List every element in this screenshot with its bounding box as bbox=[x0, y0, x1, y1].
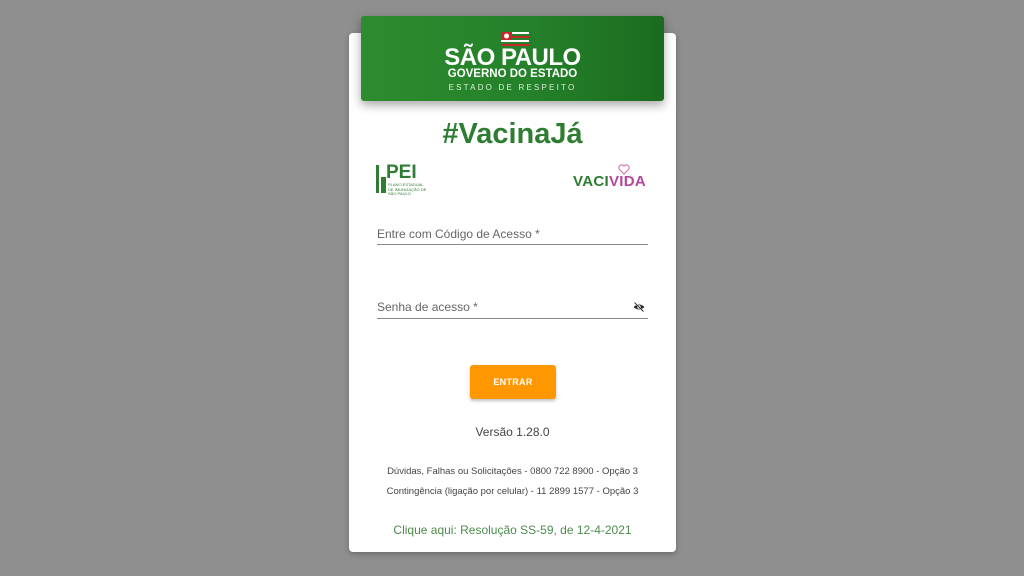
eye-off-icon[interactable] bbox=[633, 302, 645, 312]
vacivida-logo-vaci: VACI bbox=[573, 173, 609, 190]
pei-logo-bar bbox=[376, 165, 379, 193]
page-title: #VacinaJá bbox=[442, 118, 583, 150]
password-input[interactable]: Senha de acesso * bbox=[377, 300, 648, 319]
pei-logo-subtitle: PLANO ESTADUAL DE IMUNIZAÇÃO DE SÃO PAUL… bbox=[388, 182, 427, 196]
version-label: Versão 1.28.0 bbox=[475, 425, 550, 439]
vacivida-logo: VACIVIDA bbox=[572, 164, 652, 192]
password-label: Senha de acesso * bbox=[377, 300, 478, 314]
enter-button[interactable]: ENTRAR bbox=[470, 365, 556, 399]
access-code-label: Entre com Código de Acesso * bbox=[377, 227, 540, 241]
contingency-contact: Contingência (ligação por celular) - 11 … bbox=[386, 486, 639, 497]
access-code-input[interactable]: Entre com Código de Acesso * bbox=[377, 227, 648, 245]
pei-logo: PEI PLANO ESTADUAL DE IMUNIZAÇÃO DE SÃO … bbox=[376, 162, 427, 196]
password-underline bbox=[377, 318, 648, 319]
state-name: SÃO PAULO bbox=[444, 44, 581, 71]
access-code-underline bbox=[377, 244, 648, 245]
slogan: ESTADO DE RESPEITO bbox=[448, 83, 577, 92]
vacivida-logo-text: VACIVIDA bbox=[573, 173, 646, 190]
resolution-link[interactable]: Clique aqui: Resolução SS-59, de 12-4-20… bbox=[349, 523, 676, 537]
support-contact: Dúvidas, Falhas ou Solicitações - 0800 7… bbox=[387, 466, 638, 477]
pei-logo-name: PEI bbox=[386, 162, 417, 183]
government-label: GOVERNO DO ESTADO bbox=[447, 68, 578, 80]
sao-paulo-government-banner: SÃO PAULO GOVERNO DO ESTADO ESTADO DE RE… bbox=[361, 16, 664, 101]
vacivida-logo-vida: VIDA bbox=[608, 173, 646, 190]
